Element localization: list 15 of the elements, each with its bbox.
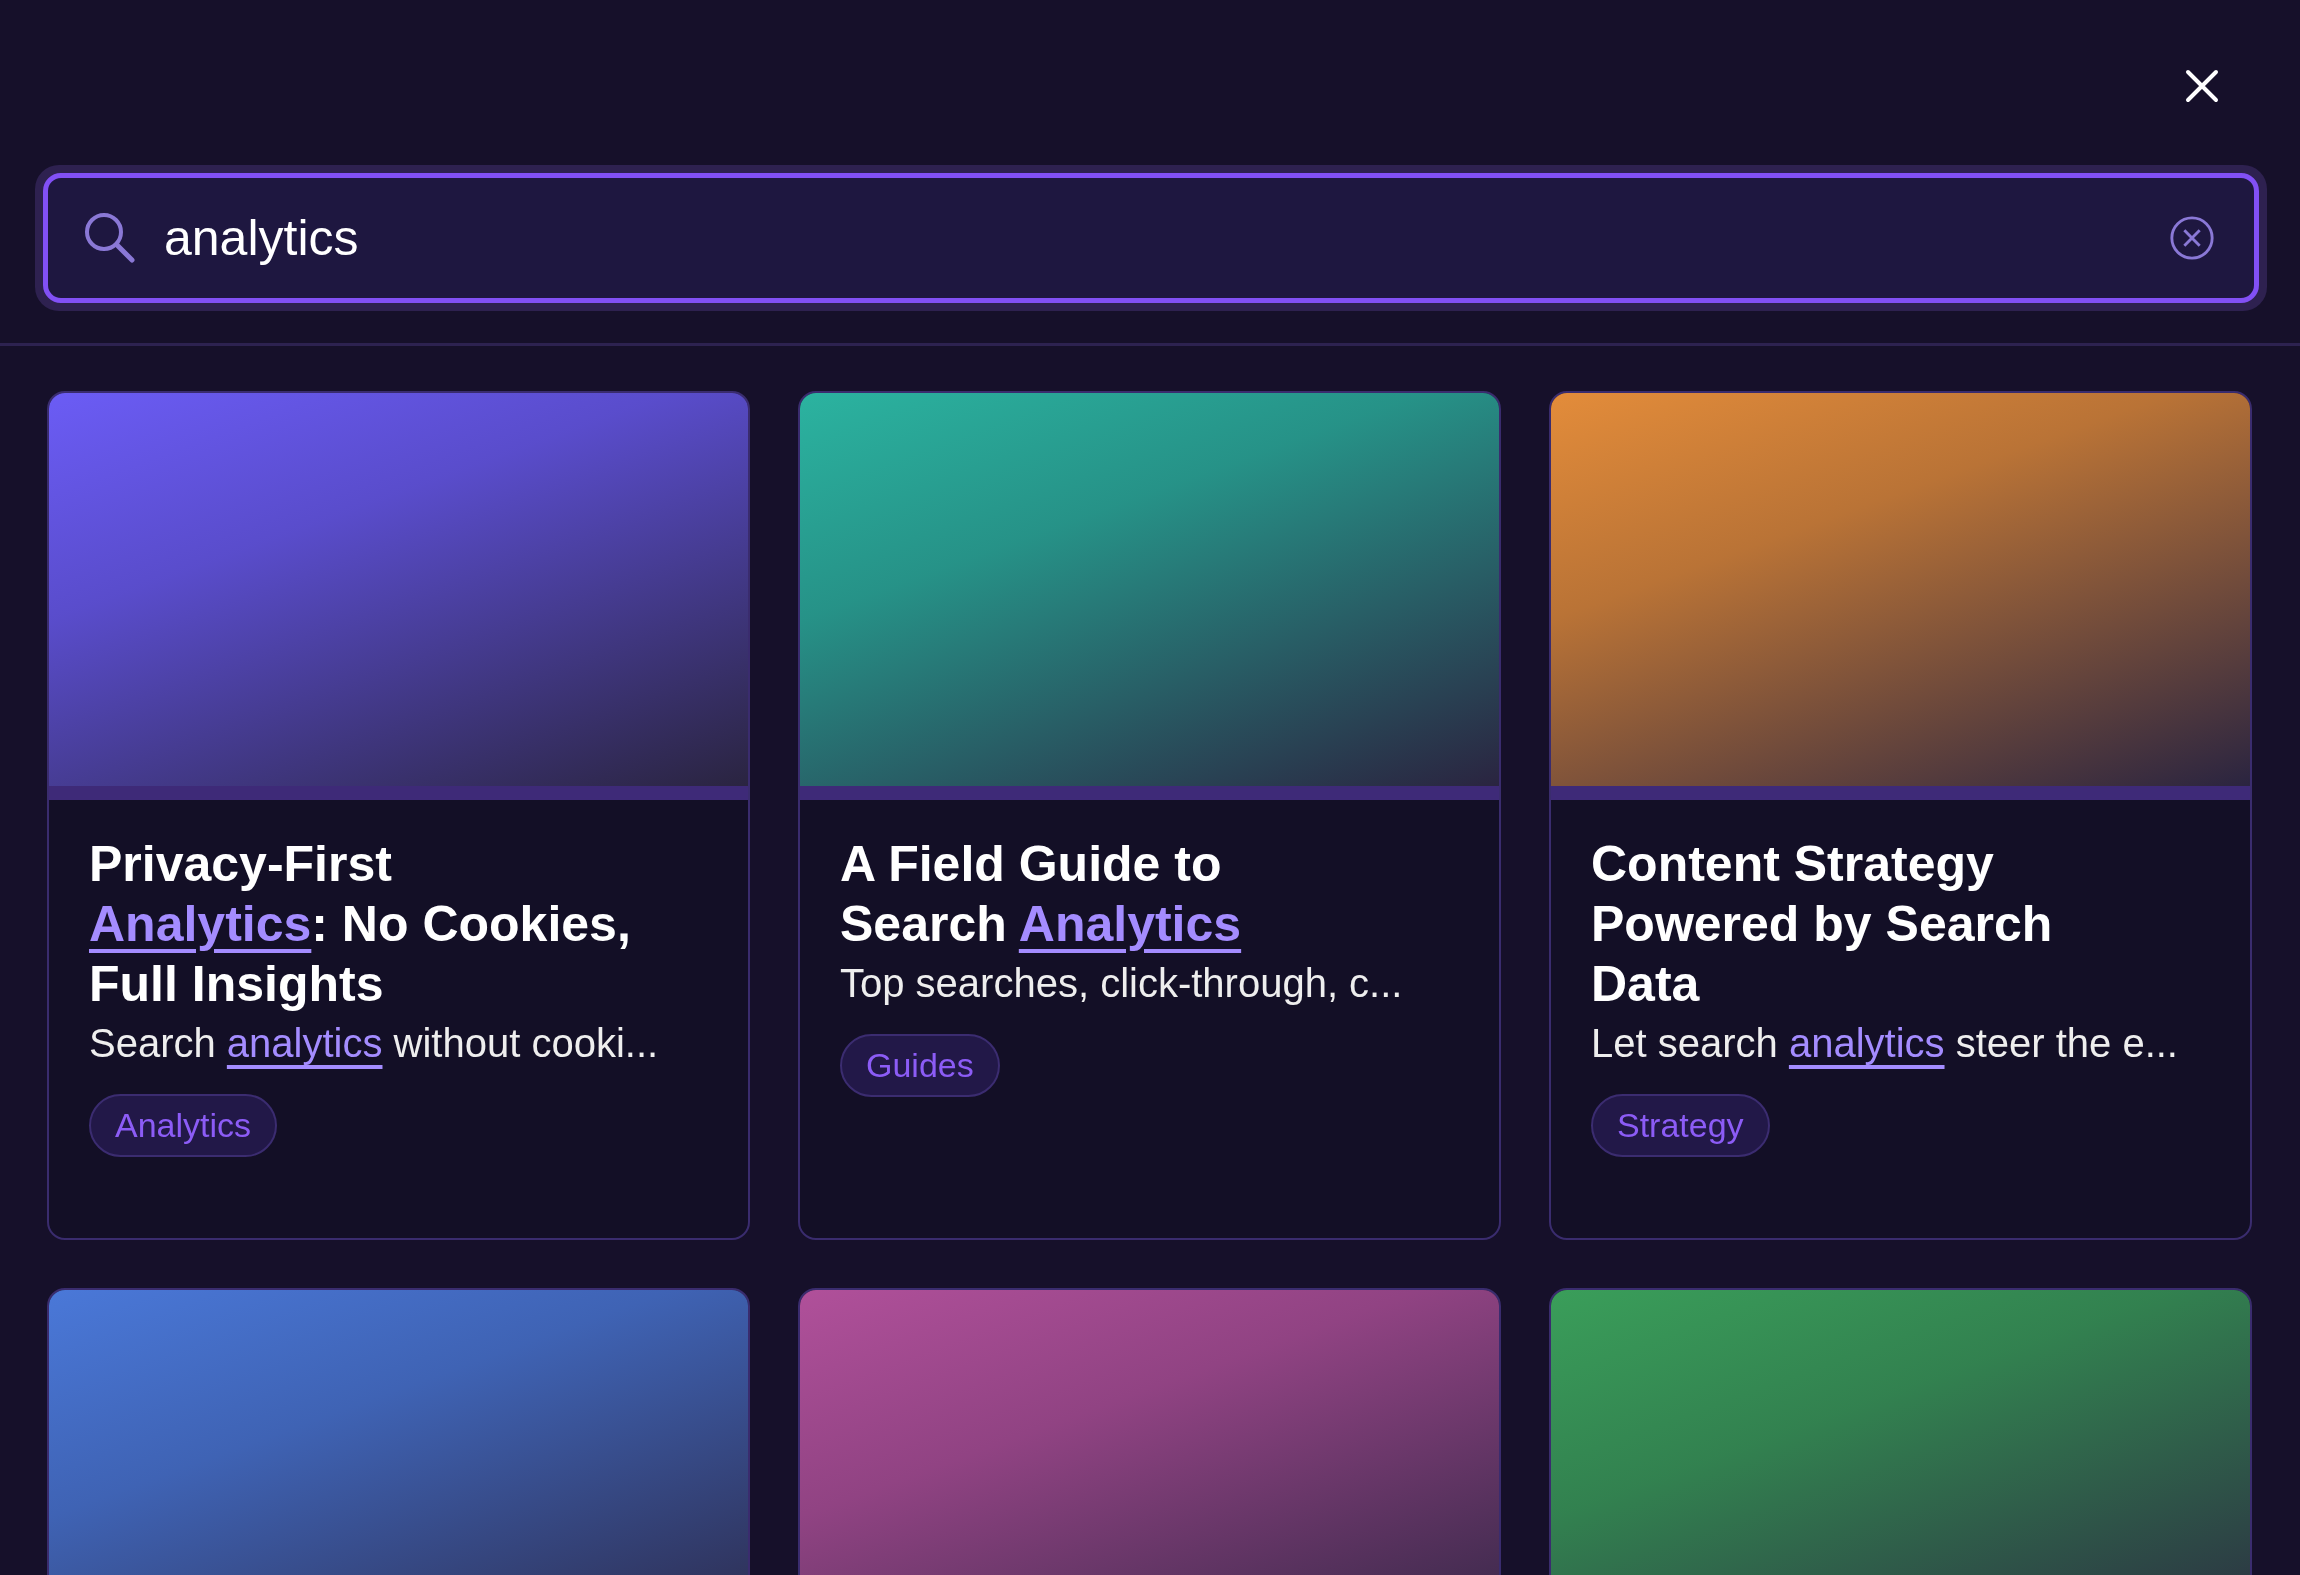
result-card[interactable]: Privacy-First Analytics: No Cookies, Full Insights Search analytics without cooki... Analytics — [47, 391, 750, 1240]
clear-icon[interactable] — [2168, 214, 2216, 262]
result-card[interactable]: A Field Guide to Search Analytics Top searches, click-through, c... Guides — [798, 391, 1501, 1240]
result-card[interactable]: Content Strategy Powered by Search Data Let search analytics steer the e... Strategy — [1549, 391, 2252, 1240]
category-tag[interactable]: Analytics — [89, 1094, 278, 1157]
card-title: Content Strategy Powered by Search Data — [1591, 835, 2054, 1014]
search-field[interactable]: analytics — [43, 173, 2259, 303]
card-excerpt: Let search analytics steer the e... — [1591, 1020, 2179, 1067]
card-excerpt: Top searches, click-through, c... — [840, 960, 1404, 1007]
category-tag[interactable]: Guides — [840, 1034, 1000, 1097]
card-title: Privacy-First Analytics: No Cookies, Full Insights — [89, 835, 632, 1014]
search-icon — [82, 210, 138, 266]
card-excerpt: Search analytics without cooki... — [89, 1020, 660, 1067]
category-tag[interactable]: Strategy — [1591, 1094, 1770, 1157]
card-title: A Field Guide to Search Analytics — [840, 835, 1243, 954]
